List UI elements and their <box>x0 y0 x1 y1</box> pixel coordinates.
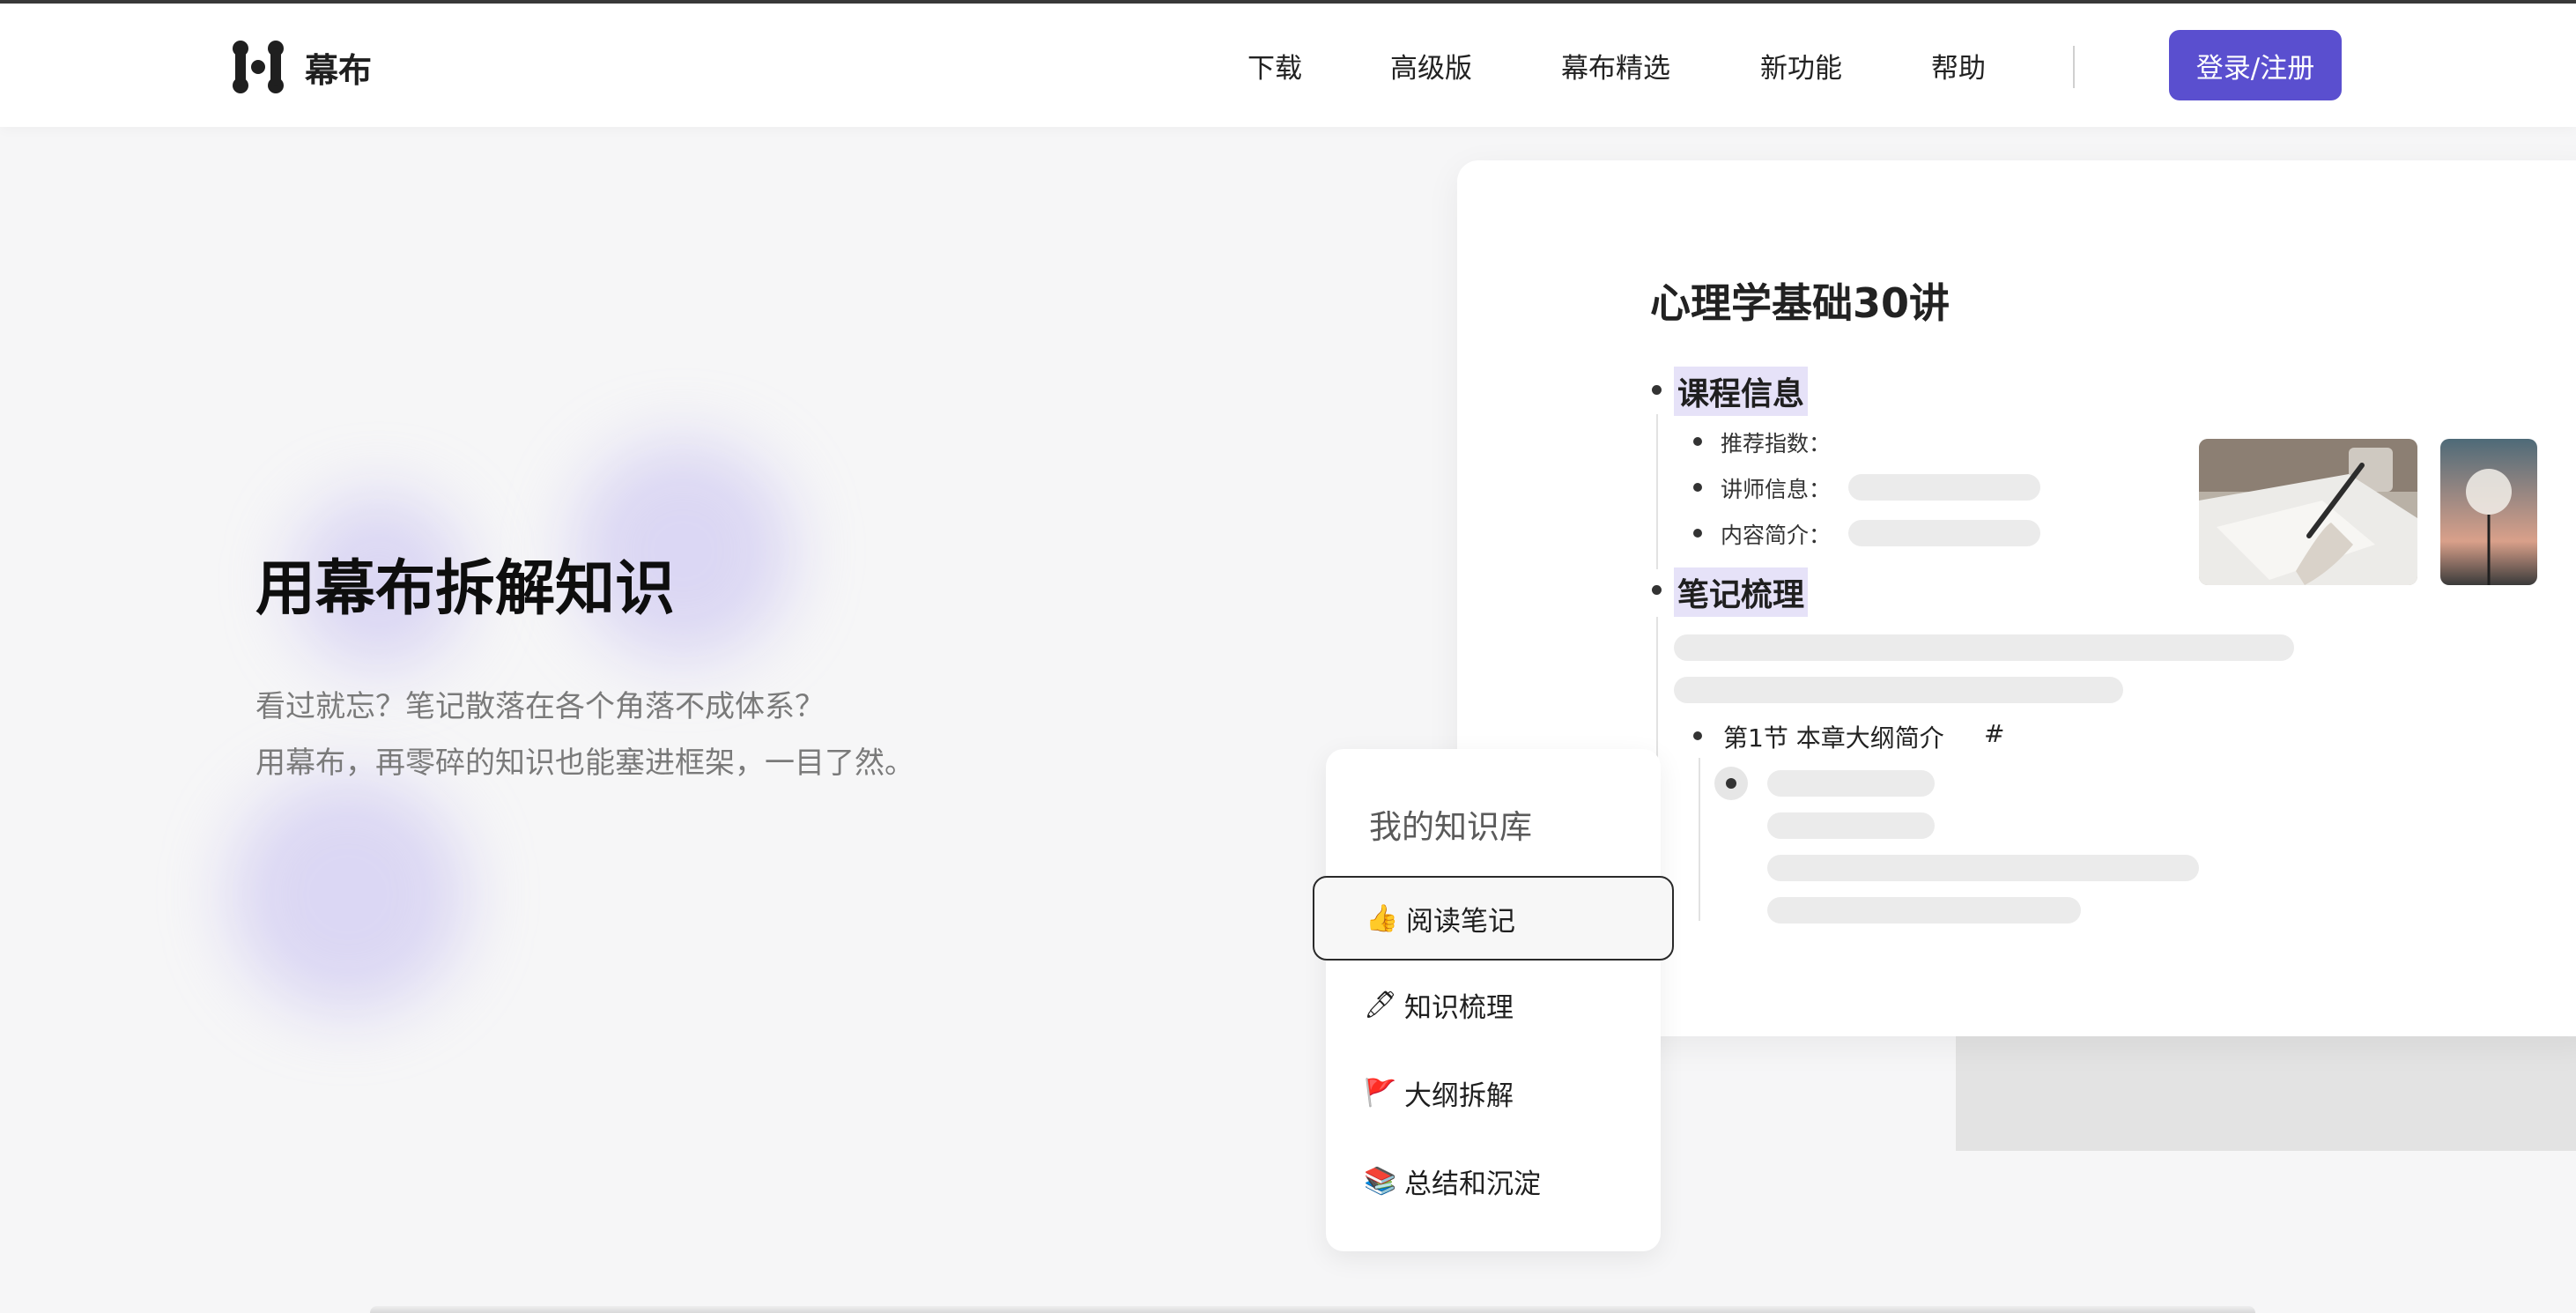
nav-featured[interactable]: 幕布精选 <box>1561 46 1670 85</box>
kb-item-label: 知识梳理 <box>1404 991 1514 1024</box>
placeholder-bar <box>1674 634 2294 661</box>
kb-item-label: 大纲拆解 <box>1404 1079 1514 1112</box>
placeholder-bar <box>1767 897 2081 924</box>
nav-help[interactable]: 帮助 <box>1931 46 1986 85</box>
focused-bullet-dot <box>1726 778 1736 789</box>
hero-title: 用幕布拆解知识 <box>255 554 676 624</box>
bullet <box>1693 483 1702 492</box>
top-navbar: 幕布 下载 高级版 幕布精选 新功能 帮助 登录/注册 <box>0 4 2576 127</box>
doc-item-lecturer: 讲师信息： <box>1721 477 1832 502</box>
focused-bullet-icon[interactable] <box>1714 767 1748 800</box>
placeholder-bar <box>1674 677 2123 703</box>
placeholder-bar <box>1767 812 1935 839</box>
outline-guide-line <box>1699 758 1700 921</box>
placeholder-bar <box>1848 520 2040 546</box>
kb-item-outline-breakdown[interactable]: 🚩 大纲拆解 <box>1313 1050 1674 1135</box>
card-shadow-block <box>1956 1036 2576 1151</box>
mubu-logo-icon <box>233 41 284 93</box>
next-section-edge <box>370 1306 2255 1313</box>
hero-subtitle-line-1: 看过就忘？笔记散落在各个角落不成体系？ <box>255 689 825 724</box>
doc-title: 心理学基础30讲 <box>1650 279 1951 327</box>
nav-download[interactable]: 下载 <box>1247 46 1302 85</box>
bullet <box>1652 385 1662 395</box>
books-icon: 📚 <box>1364 1165 1397 1197</box>
kb-item-label: 总结和沉淀 <box>1404 1168 1541 1200</box>
doc-item-summary: 内容简介： <box>1721 523 1832 548</box>
kb-item-knowledge-sorting[interactable]: 🖊 知识梳理 <box>1313 962 1674 1047</box>
brand-name: 幕布 <box>305 50 373 90</box>
thumbs-up-icon: 👍 <box>1366 902 1399 934</box>
doc-tag-hash[interactable]: # <box>1984 719 2004 748</box>
bullet <box>1652 585 1662 595</box>
bullet <box>1693 529 1702 538</box>
doc-subheading-chapter1: 第1节 本章大纲简介 <box>1723 723 1944 753</box>
bullet <box>1693 731 1702 740</box>
kb-item-label: 阅读笔记 <box>1406 905 1515 938</box>
nav-new-features[interactable]: 新功能 <box>1760 46 1842 85</box>
knowledge-base-title: 我的知识库 <box>1369 808 1532 846</box>
doc-item-rating: 推荐指数： <box>1721 431 1832 456</box>
decor-blob <box>229 775 467 1013</box>
doc-heading-notes: 笔记梳理 <box>1674 567 1809 617</box>
kb-item-summary[interactable]: 📚 总结和沉淀 <box>1313 1139 1674 1223</box>
brand-logo[interactable]: 幕布 <box>231 39 372 95</box>
nav-premium[interactable]: 高级版 <box>1390 46 1472 85</box>
hero-subtitle-line-2: 用幕布，再零碎的知识也能塞进框架，一目了然。 <box>255 746 914 781</box>
bullet <box>1693 437 1702 446</box>
placeholder-bar <box>1767 770 1935 797</box>
outline-guide-line <box>1656 414 1658 569</box>
nav-divider <box>2073 46 2075 88</box>
placeholder-bar <box>1848 474 2040 501</box>
flag-icon: 🚩 <box>1364 1077 1397 1109</box>
writing-photo-image <box>2199 439 2417 585</box>
placeholder-bar <box>1767 855 2199 881</box>
login-register-button[interactable]: 登录/注册 <box>2169 30 2342 100</box>
kb-item-reading-notes[interactable]: 👍 阅读笔记 <box>1313 876 1674 961</box>
pen-icon: 🖊 <box>1364 989 1398 1020</box>
doc-heading-course-info: 课程信息 <box>1674 367 1809 416</box>
dandelion-photo-image <box>2440 439 2537 585</box>
